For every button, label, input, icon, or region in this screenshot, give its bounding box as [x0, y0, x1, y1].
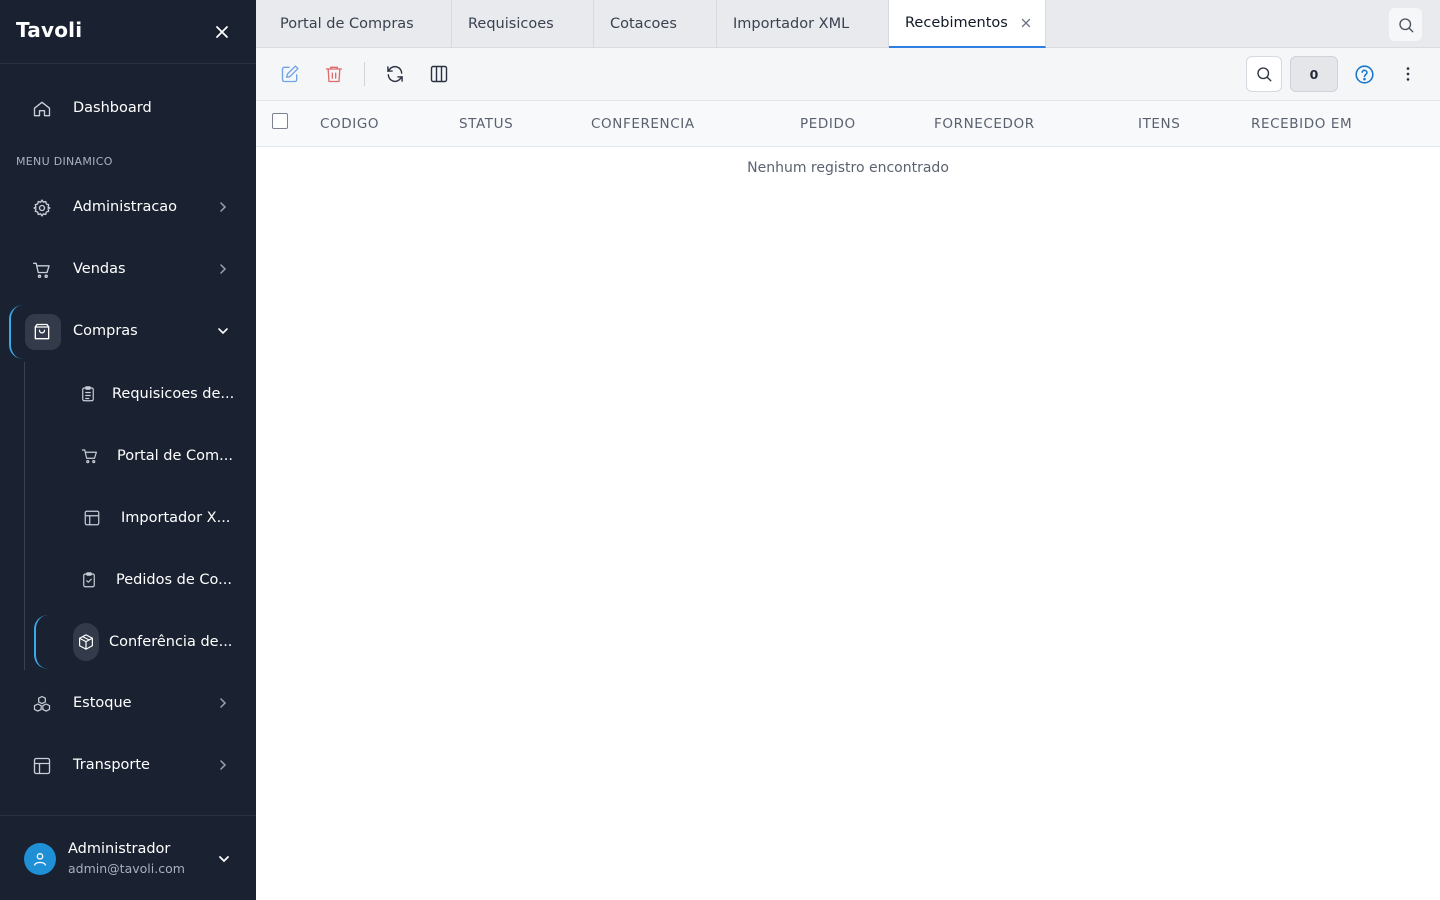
sidebar-item-label: Estoque [73, 695, 132, 711]
more-vertical-icon [1406, 67, 1410, 81]
table-search-button[interactable] [1246, 56, 1282, 92]
sidebar-subitem-pedidos[interactable]: Pedidos de Co... [0, 552, 256, 608]
home-icon [31, 98, 53, 120]
global-search-button[interactable] [1389, 8, 1422, 41]
sidebar-item-label: Transporte [73, 757, 150, 773]
more-options-button[interactable] [1396, 62, 1420, 86]
search-icon [1257, 67, 1272, 82]
tab-bar: Portal de Compras Requisicoes Cotacoes I… [256, 0, 1440, 48]
sidebar-subitem-portal[interactable]: Portal de Com... [0, 428, 256, 484]
tab-label: Requisicoes [468, 16, 554, 32]
sidebar-header: Tavoli [0, 0, 256, 64]
sidebar-subitem-label: Pedidos de Co... [116, 572, 232, 588]
user-email: admin@tavoli.com [68, 861, 185, 876]
sidebar-item-label: Vendas [73, 261, 126, 277]
user-name: Administrador [68, 841, 171, 857]
trash-icon [325, 66, 343, 83]
edit-button[interactable] [278, 62, 302, 86]
toolbar: 0 [256, 48, 1440, 101]
tab-portal-de-compras[interactable]: Portal de Compras [256, 0, 452, 48]
refresh-icon [387, 65, 403, 83]
sidebar-item-compras[interactable]: Compras [0, 303, 256, 359]
cart-icon [79, 445, 101, 467]
column-header-itens[interactable]: ITENS [1138, 116, 1180, 132]
package-icon [75, 631, 97, 653]
sidebar-subitem-label: Requisicoes de... [112, 386, 235, 402]
chevron-right-icon [215, 757, 231, 773]
sidebar-item-label: Compras [73, 323, 138, 339]
layout-icon [81, 507, 103, 529]
select-all-checkbox[interactable] [272, 113, 288, 129]
sidebar-subitem-conferencia[interactable]: Conferência de... [0, 614, 256, 670]
empty-state-message: Nenhum registro encontrado [747, 160, 949, 176]
chevron-down-icon[interactable] [215, 850, 233, 868]
record-count-badge[interactable]: 0 [1290, 56, 1338, 92]
tab-label: Portal de Compras [280, 16, 414, 32]
user-icon [34, 853, 46, 866]
column-header-codigo[interactable]: CODIGO [320, 116, 379, 132]
chevron-right-icon [215, 261, 231, 277]
brand-logo[interactable]: Tavoli [16, 18, 82, 42]
chevron-right-icon [215, 695, 231, 711]
sidebar-item-vendas[interactable]: Vendas [0, 241, 256, 297]
delete-button[interactable] [322, 62, 346, 86]
tab-label: Importador XML [733, 16, 850, 32]
tab-requisicoes[interactable]: Requisicoes [452, 0, 594, 48]
sidebar-subitem-importador[interactable]: Importador X... [0, 490, 256, 546]
sidebar-subitem-requisicoes[interactable]: Requisicoes de... [0, 366, 256, 422]
tab-recebimentos[interactable]: Recebimentos [889, 0, 1046, 48]
close-icon [216, 26, 228, 38]
tab-label: Recebimentos [905, 15, 1008, 31]
close-sidebar-button[interactable] [210, 20, 234, 44]
section-label: MENU DINAMICO [16, 155, 113, 168]
close-tab-icon[interactable] [1020, 17, 1032, 29]
avatar[interactable] [24, 843, 56, 875]
chevron-down-icon [215, 323, 231, 339]
tab-importador-xml[interactable]: Importador XML [717, 0, 889, 48]
sidebar-item-estoque[interactable]: Estoque [0, 675, 256, 731]
layout-icon [31, 755, 53, 777]
sidebar-item-administracao[interactable]: Administracao [0, 179, 256, 235]
column-header-conferencia[interactable]: CONFERENCIA [591, 116, 695, 132]
cart-icon [31, 259, 53, 281]
toolbar-divider [364, 62, 365, 86]
sidebar-subitem-label: Importador X... [121, 510, 231, 526]
column-header-fornecedor[interactable]: FORNECEDOR [934, 116, 1035, 132]
column-header-recebido-em[interactable]: RECEBIDO EM [1251, 116, 1352, 132]
gear-icon [31, 197, 53, 219]
sidebar-subitem-label: Conferência de... [109, 634, 233, 650]
columns-button[interactable] [427, 62, 451, 86]
chevron-right-icon [215, 199, 231, 215]
column-header-pedido[interactable]: PEDIDO [800, 116, 856, 132]
boxes-icon [31, 693, 53, 715]
sidebar-item-dashboard[interactable]: Dashboard [0, 80, 256, 136]
clipboard-list-icon [77, 383, 99, 405]
shopping-bag-icon [31, 321, 53, 343]
sidebar-item-transporte[interactable]: Transporte [0, 737, 256, 793]
columns-icon [430, 65, 448, 83]
search-icon [1398, 17, 1413, 32]
column-header-status[interactable]: STATUS [459, 116, 513, 132]
refresh-button[interactable] [383, 62, 407, 86]
clipboard-check-icon [78, 569, 100, 591]
help-icon [1354, 64, 1374, 84]
sidebar-item-label: Administracao [73, 199, 178, 215]
table-header: CODIGO STATUS CONFERENCIA PEDIDO FORNECE… [256, 101, 1440, 147]
edit-icon [281, 65, 299, 83]
sidebar-item-label: Dashboard [73, 100, 152, 116]
tab-cotacoes[interactable]: Cotacoes [594, 0, 717, 48]
sidebar: Tavoli Dashboard MENU DINAMICO Administr… [0, 0, 256, 900]
user-menu[interactable]: Administrador admin@tavoli.com [0, 815, 256, 900]
sidebar-subitem-label: Portal de Com... [117, 448, 233, 464]
tab-label: Cotacoes [610, 16, 677, 32]
help-button[interactable] [1352, 62, 1376, 86]
